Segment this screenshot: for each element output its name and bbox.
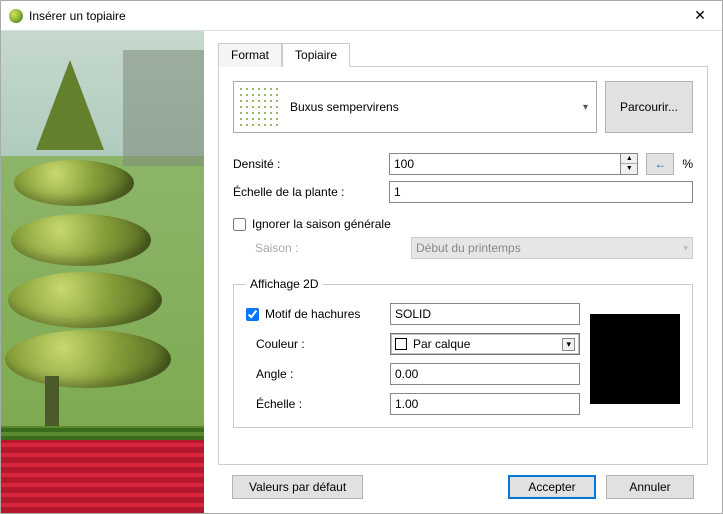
window-title: Insérer un topiaire [29,9,678,23]
angle-input[interactable] [390,363,580,385]
chevron-down-icon: ▾ [562,338,575,351]
tab-format[interactable]: Format [218,43,282,67]
close-button[interactable]: ✕ [678,1,722,31]
tab-bar: Format Topiaire [218,43,708,67]
plant-scale-input[interactable] [389,181,693,203]
hatch-pattern-input[interactable] [390,303,580,325]
hatch-pattern-checkbox[interactable] [246,308,259,321]
tab-topiary[interactable]: Topiaire [282,43,350,67]
dialog-window: Insérer un topiaire ✕ Format Topiaire [0,0,723,514]
angle-label: Angle : [256,367,380,381]
accept-button[interactable]: Accepter [508,475,596,499]
color-label: Couleur : [256,337,380,351]
cancel-button[interactable]: Annuler [606,475,694,499]
chevron-down-icon: ▾ [683,243,688,254]
density-input[interactable] [389,153,621,175]
season-dropdown: Début du printemps ▾ [411,237,693,259]
preview-image [1,31,204,513]
content-area: Format Topiaire Buxus sempervirens ▾ Par… [204,31,722,513]
defaults-button[interactable]: Valeurs par défaut [232,475,363,499]
density-label: Densité : [233,157,381,171]
color-swatch-icon [395,338,407,350]
arrow-left-icon: ← [654,157,666,171]
color-dropdown[interactable]: Par calque ▾ [390,333,580,355]
app-icon [9,9,23,23]
plant-name: Buxus sempervirens [290,100,573,114]
season-value: Début du printemps [416,241,521,255]
plant-scale-label: Échelle de la plante : [233,185,381,199]
color-value: Par calque [413,337,470,351]
dialog-body: Format Topiaire Buxus sempervirens ▾ Par… [1,31,722,513]
titlebar: Insérer un topiaire ✕ [1,1,722,31]
plant-dropdown[interactable]: Buxus sempervirens ▾ [233,81,597,133]
density-unit: % [682,157,693,171]
density-spinner[interactable]: ▲▼ [389,153,638,175]
season-label: Saison : [255,241,403,255]
tab-panel-topiary: Buxus sempervirens ▾ Parcourir... Densit… [218,66,708,465]
ignore-season-checkbox[interactable] [233,218,246,231]
display-2d-group: Affichage 2D Motif de hachures Couleur : [233,277,693,428]
hatch-preview-swatch [590,314,680,404]
density-reset-button[interactable]: ← [646,153,674,175]
spin-up-icon[interactable]: ▲ [621,154,637,164]
plant-thumbnail [238,86,280,128]
ignore-season-label: Ignorer la saison générale [252,217,391,231]
spin-down-icon[interactable]: ▼ [621,164,637,174]
browse-button[interactable]: Parcourir... [605,81,693,133]
hatch-pattern-label: Motif de hachures [265,307,360,321]
chevron-down-icon: ▾ [583,102,588,113]
hatch-scale-label: Échelle : [256,397,380,411]
hatch-scale-input[interactable] [390,393,580,415]
dialog-footer: Valeurs par défaut Accepter Annuler [218,465,708,513]
display-2d-legend: Affichage 2D [246,277,323,291]
